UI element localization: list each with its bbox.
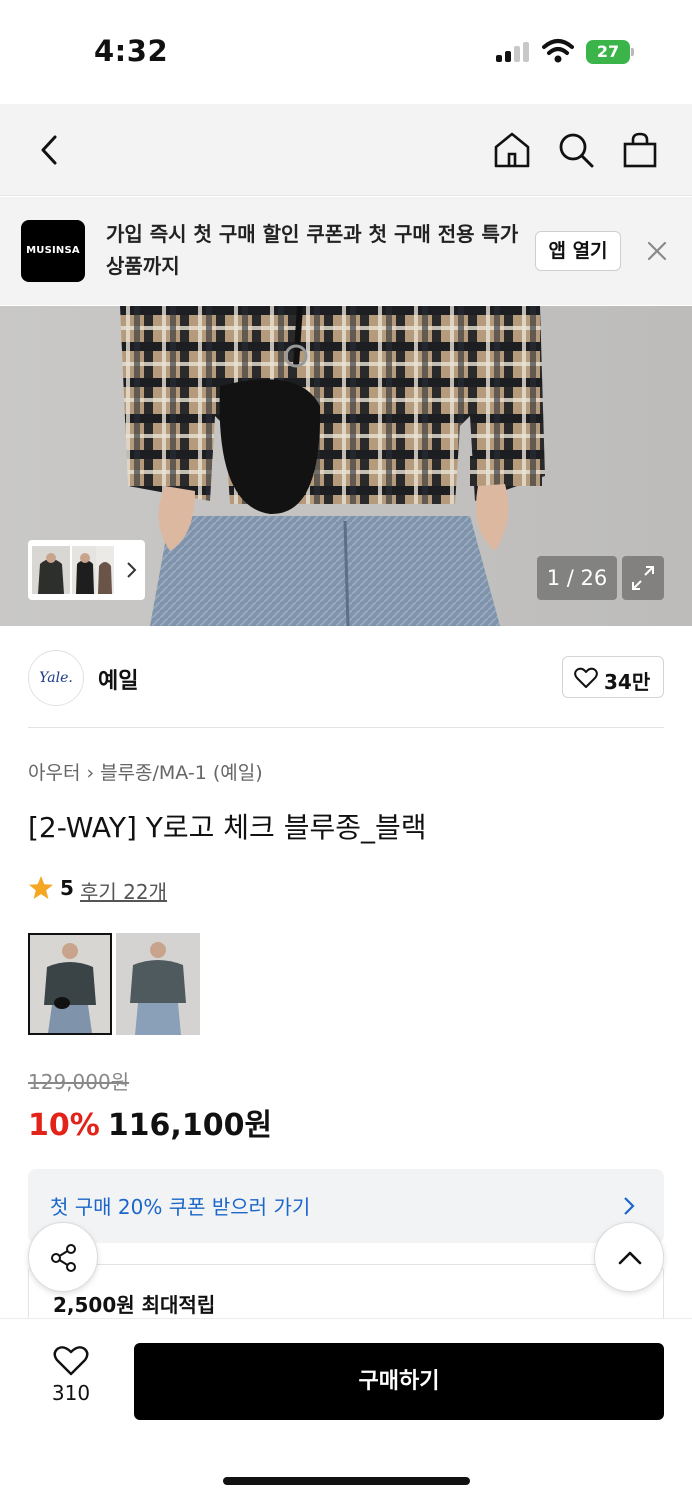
review-link[interactable]: 후기 22개: [80, 876, 167, 905]
chevron-left-icon[interactable]: [30, 130, 70, 170]
close-icon[interactable]: [644, 238, 670, 264]
battery-level: 27: [586, 40, 630, 64]
discount-rate: 10%: [28, 1108, 100, 1143]
battery-icon: 27: [586, 40, 634, 64]
promo-message: 가입 즉시 첫 구매 할인 쿠폰과 첫 구매 전용 특가 상품까지: [106, 222, 519, 278]
chevron-up-icon: [618, 1251, 642, 1265]
musinsa-logo: MUSINSA: [21, 220, 85, 282]
gallery-thumbnail: [96, 546, 114, 594]
open-app-button[interactable]: 앱 열기: [535, 231, 621, 271]
wishlist-count: 310: [51, 1381, 91, 1405]
home-icon[interactable]: [492, 130, 532, 170]
max-points: 2,500원 최대적립: [53, 1293, 216, 1317]
buy-button[interactable]: 구매하기: [134, 1343, 664, 1420]
heart-icon: [53, 1346, 89, 1376]
chevron-right-icon: [127, 562, 137, 578]
share-button[interactable]: [28, 1222, 98, 1292]
rating-score: 5: [60, 876, 74, 900]
brand-like-button[interactable]: 34만: [562, 656, 664, 698]
gallery-thumbnail: [72, 546, 98, 594]
star-icon: [29, 876, 53, 899]
scroll-top-button[interactable]: [594, 1222, 664, 1292]
breadcrumb-item[interactable]: 블루종/MA-1 (예일): [100, 758, 263, 785]
heart-icon: [574, 667, 598, 688]
color-option-selected[interactable]: [28, 933, 112, 1035]
share-icon: [51, 1244, 76, 1272]
brand-name[interactable]: 예일: [98, 663, 138, 695]
brand-like-count: 34만: [604, 670, 651, 694]
status-time: 4:32: [94, 34, 169, 68]
coupon-link-text: 첫 구매 20% 쿠폰 받으러 가기: [50, 1195, 311, 1219]
breadcrumb-item[interactable]: 아우터: [28, 758, 80, 785]
coupon-banner[interactable]: 첫 구매 20% 쿠폰 받으러 가기: [28, 1169, 664, 1243]
expand-icon: [632, 566, 654, 590]
gallery-counter: 1 / 26: [537, 556, 617, 600]
product-title: [2-WAY] Y로고 체크 블루종_블랙: [28, 811, 427, 844]
gallery-thumbnail-strip[interactable]: [28, 540, 145, 600]
home-indicator: [223, 1477, 470, 1485]
bottom-action-bar: 310 구매하기: [0, 1318, 692, 1500]
brand-logo[interactable]: Yale.: [28, 650, 84, 706]
color-thumbnail-image: [30, 935, 110, 1033]
wifi-icon: [542, 39, 574, 63]
signal-icon: [496, 42, 532, 62]
bag-icon[interactable]: [620, 130, 660, 170]
wishlist-button[interactable]: 310: [40, 1345, 102, 1419]
breadcrumb: 아우터 › 블루종/MA-1 (예일): [28, 758, 263, 785]
chevron-right-icon: ›: [86, 762, 95, 784]
status-bar: 4:32 27: [0, 0, 692, 104]
color-option[interactable]: [116, 933, 200, 1035]
original-price: 129,000원: [28, 1070, 130, 1094]
gallery-thumbnail: [32, 546, 70, 594]
app-promo-banner: MUSINSA 가입 즉시 첫 구매 할인 쿠폰과 첫 구매 전용 특가 상품까…: [0, 197, 692, 305]
top-nav: [0, 104, 692, 196]
fullscreen-button[interactable]: [622, 556, 664, 600]
search-icon[interactable]: [556, 130, 596, 170]
color-thumbnail-image: [116, 933, 200, 1035]
brand-row[interactable]: Yale. 예일 34만: [28, 650, 664, 728]
sale-price: 116,100원: [107, 1108, 273, 1143]
price-row: 10% 116,100원: [28, 1100, 272, 1144]
chevron-right-icon: [624, 1197, 635, 1215]
product-image-gallery[interactable]: 1 / 26: [0, 306, 692, 626]
